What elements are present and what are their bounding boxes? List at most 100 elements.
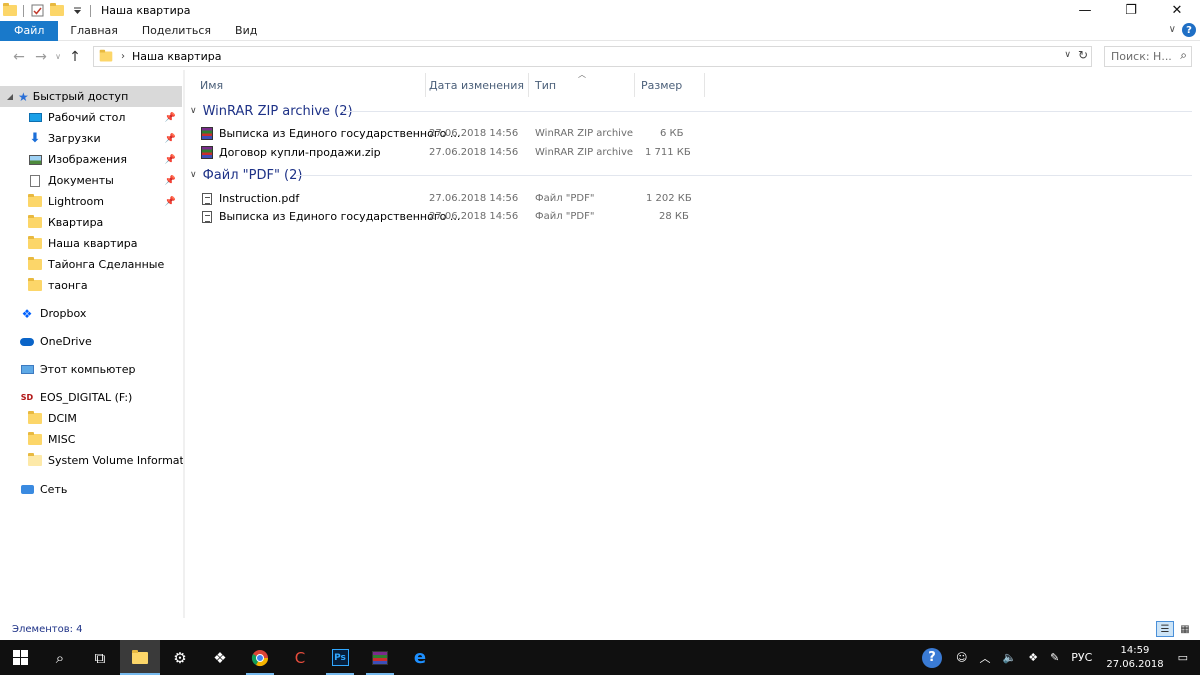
document-icon <box>30 174 40 187</box>
search-icon[interactable]: ⌕ <box>40 640 80 675</box>
sidebar-item-dropbox[interactable]: ❖ Dropbox <box>0 303 182 324</box>
file-row[interactable]: Выписка из Единого государственного ... … <box>200 124 700 143</box>
minimize-button[interactable]: — <box>1062 0 1108 21</box>
collapse-chevron-icon: ∨ <box>190 170 197 180</box>
sidebar-item-pictures[interactable]: Изображения 📌 <box>0 149 182 170</box>
forward-arrow-icon[interactable]: → <box>30 49 52 65</box>
recent-locations-icon[interactable]: ∨ <box>52 52 64 61</box>
dropbox-tray-icon[interactable]: ❖ <box>1028 651 1038 664</box>
sidebar-item-documents[interactable]: Документы 📌 <box>0 170 182 191</box>
help-icon[interactable]: ? <box>1182 23 1196 37</box>
folder-icon <box>28 257 42 270</box>
sidebar-item-downloads[interactable]: ⬇ Загрузки 📌 <box>0 128 182 149</box>
file-row[interactable]: Договор купли-продажи.zip 27.06.2018 14:… <box>200 143 700 162</box>
desktop-icon <box>28 113 42 122</box>
breadcrumb-current[interactable]: Наша квартира <box>132 50 221 63</box>
language-indicator[interactable]: РУС <box>1071 651 1092 664</box>
winrar-archive-icon <box>201 146 213 159</box>
file-explorer-window: Наша квартира — ❐ ✕ Файл Главная Поделит… <box>0 0 1200 640</box>
column-header-size[interactable]: Размер <box>635 73 705 97</box>
taskbar: ⌕ ⧉ ⚙ ❖ C Ps e ? ☺ ︿ 🔈 ❖ ✎ РУС 14:59 27.… <box>0 640 1200 675</box>
sidebar-item-network[interactable]: Сеть <box>0 479 182 500</box>
pictures-icon <box>28 154 42 165</box>
properties-icon[interactable] <box>30 4 44 18</box>
tab-share[interactable]: Поделиться <box>130 21 223 41</box>
sidebar-item-kvartira[interactable]: Квартира <box>0 212 182 233</box>
speaker-icon[interactable]: 🔈 <box>1003 651 1017 664</box>
address-dropdown-icon[interactable]: ∨ <box>1064 50 1071 60</box>
photoshop-icon[interactable]: Ps <box>320 640 360 675</box>
close-button[interactable]: ✕ <box>1154 0 1200 21</box>
group-header-pdf[interactable]: ∨ Файл "PDF" (2) <box>190 165 302 185</box>
tab-view[interactable]: Вид <box>223 21 269 41</box>
notifications-icon[interactable]: ▭ <box>1178 651 1188 664</box>
details-view-icon[interactable]: ☰ <box>1156 621 1174 637</box>
search-icon[interactable]: ⌕ <box>1180 48 1187 63</box>
tab-home[interactable]: Главная <box>58 21 130 41</box>
folder-icon <box>3 3 17 18</box>
file-row[interactable]: Выписка из Единого государственного ... … <box>200 207 700 226</box>
new-folder-icon[interactable] <box>50 3 64 18</box>
sidebar-item-taionga[interactable]: Тайонга Сделанные <box>0 254 182 275</box>
sidebar-item-nasha-kvartira[interactable]: Наша квартира <box>0 233 182 254</box>
sidebar-item-quick-access[interactable]: ★ Быстрый доступ <box>0 86 182 107</box>
sidebar-item-drive-f[interactable]: SD EOS_DIGITAL (F:) <box>0 387 182 408</box>
winrar-taskbar-icon[interactable] <box>360 640 400 675</box>
task-view-icon[interactable]: ⧉ <box>80 640 120 675</box>
sidebar-item-desktop[interactable]: Рабочий стол 📌 <box>0 107 182 128</box>
ccleaner-icon[interactable]: C <box>280 640 320 675</box>
file-list: Имя Дата изменения Тип Размер ︿ ∨ WinRAR … <box>186 70 1200 618</box>
sidebar-item-this-pc[interactable]: Этот компьютер <box>0 359 182 380</box>
maximize-button[interactable]: ❐ <box>1108 0 1154 21</box>
folder-icon <box>28 453 42 466</box>
expand-ribbon-icon[interactable]: ∨ <box>1169 24 1176 35</box>
pen-icon[interactable]: ✎ <box>1050 651 1059 664</box>
up-arrow-icon[interactable]: ↑ <box>64 49 86 65</box>
ribbon-tabs: Файл Главная Поделиться Вид ∨ ? <box>0 20 1200 41</box>
sidebar-item-lightroom[interactable]: Lightroom 📌 <box>0 191 182 212</box>
pin-icon: 📌 <box>164 196 176 207</box>
sidebar-item-system-volume[interactable]: System Volume Information <box>0 450 183 471</box>
file-row[interactable]: Instruction.pdf 27.06.2018 14:56 Файл "P… <box>200 189 700 208</box>
folder-icon <box>28 194 42 207</box>
sidebar-scrollbar[interactable] <box>183 70 185 618</box>
file-explorer-taskbar-icon[interactable] <box>120 640 160 675</box>
sidebar-item-misc[interactable]: MISC <box>0 429 182 450</box>
folder-icon <box>28 215 42 228</box>
divider <box>23 4 24 17</box>
search-input[interactable]: Поиск: Н... ⌕ <box>1104 46 1192 67</box>
pin-icon: 📌 <box>164 175 176 186</box>
address-bar[interactable]: › Наша квартира ∨ ↻ <box>93 46 1092 67</box>
steam-icon[interactable]: ⚙ <box>160 640 200 675</box>
help-tips-icon[interactable]: ? <box>922 647 943 668</box>
chrome-icon[interactable] <box>240 640 280 675</box>
system-tray: ? ☺ ︿ 🔈 ❖ ✎ РУС 14:59 27.06.2018 ▭ <box>922 640 1200 675</box>
pin-icon: 📌 <box>164 112 176 123</box>
sidebar-item-dcim[interactable]: DCIM <box>0 408 182 429</box>
onedrive-icon <box>20 337 34 346</box>
large-icons-view-icon[interactable]: ▦ <box>1176 621 1194 637</box>
edge-icon[interactable]: e <box>400 640 440 675</box>
dropbox-taskbar-icon[interactable]: ❖ <box>200 640 240 675</box>
windows-logo-icon <box>12 650 28 665</box>
download-icon: ⬇ <box>29 131 41 146</box>
divider <box>90 4 91 17</box>
start-button[interactable] <box>0 640 40 675</box>
show-hidden-icons-icon[interactable]: ︿ <box>980 650 991 666</box>
folder-icon <box>28 236 42 249</box>
column-header-name[interactable]: Имя <box>194 73 426 97</box>
customize-toolbar-icon[interactable] <box>70 4 84 18</box>
breadcrumb-chevron-icon[interactable]: › <box>121 51 125 62</box>
group-header-winrar[interactable]: ∨ WinRAR ZIP archive (2) <box>190 101 353 121</box>
sidebar-item-onedrive[interactable]: OneDrive <box>0 331 182 352</box>
clock[interactable]: 14:59 27.06.2018 <box>1106 644 1163 672</box>
tab-file[interactable]: Файл <box>0 20 59 41</box>
status-bar: Элементов: 4 ☰ ▦ <box>0 618 1200 640</box>
sidebar-item-taonga[interactable]: таонга <box>0 275 182 296</box>
sd-card-icon: SD <box>20 393 34 402</box>
people-icon[interactable]: ☺ <box>956 651 967 664</box>
pin-icon: 📌 <box>164 133 176 144</box>
column-header-date[interactable]: Дата изменения <box>423 73 529 97</box>
back-arrow-icon[interactable]: ← <box>8 49 30 65</box>
refresh-icon[interactable]: ↻ <box>1078 48 1088 62</box>
